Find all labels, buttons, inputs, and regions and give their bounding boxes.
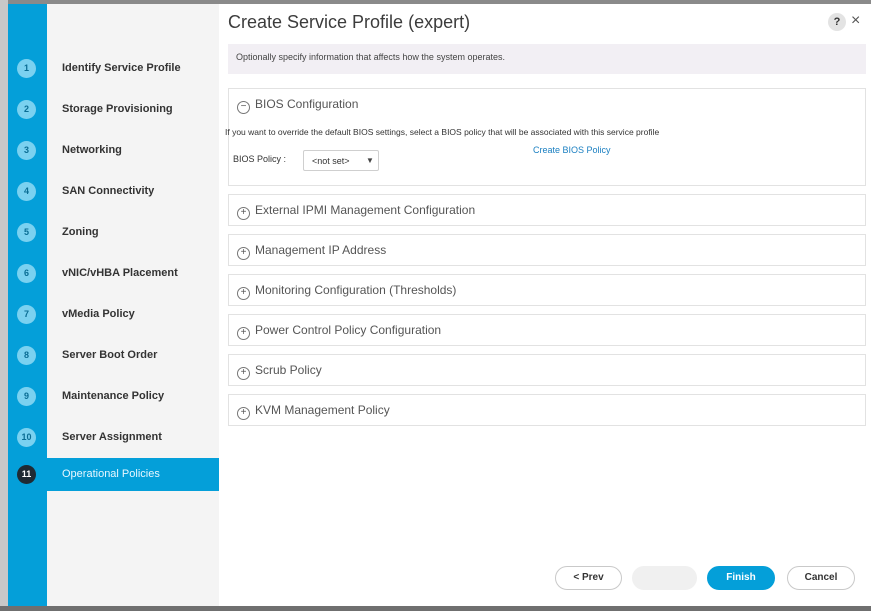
create-bios-policy-link[interactable]: Create BIOS Policy [533,145,611,155]
bios-configuration-panel: − BIOS Configuration If you want to overr… [225,88,866,186]
step-label: Server Boot Order [62,349,158,361]
bios-configuration-header[interactable]: − BIOS Configuration [237,97,359,114]
section-title: BIOS Configuration [255,97,359,111]
expand-icon: + [237,407,250,420]
step-label: Networking [62,144,122,156]
section-header: + Power Control Policy Configuration [237,323,442,340]
collapse-icon: − [237,101,250,114]
section-header: + Monitoring Configuration (Thresholds) [237,283,457,300]
step-label: Maintenance Policy [62,390,165,402]
expand-icon: + [237,367,250,380]
step-zoning[interactable]: 5 Zoning [8,212,219,253]
bios-policy-value: <not set> [312,156,350,166]
step-number: 8 [17,346,36,365]
expand-icon: + [237,207,250,220]
step-identify-service-profile[interactable]: 1 Identify Service Profile [8,48,219,89]
section-title: KVM Management Policy [255,403,390,417]
step-storage-provisioning[interactable]: 2 Storage Provisioning [8,89,219,130]
step-number: 5 [17,223,36,242]
step-number: 1 [17,59,36,78]
section-power-control-policy[interactable]: + Power Control Policy Configuration [228,314,866,346]
step-number: 3 [17,141,36,160]
section-title: Scrub Policy [255,363,322,377]
step-networking[interactable]: 3 Networking [8,130,219,171]
chevron-down-icon: ▼ [366,156,374,165]
step-server-assignment[interactable]: 10 Server Assignment [8,417,219,458]
close-icon[interactable]: × [851,12,860,30]
section-title: External IPMI Management Configuration [255,203,476,217]
step-san-connectivity[interactable]: 4 SAN Connectivity [8,171,219,212]
info-text: Optionally specify information that affe… [236,52,505,62]
expand-icon: + [237,247,250,260]
section-management-ip-address[interactable]: + Management IP Address [228,234,866,266]
section-header: + External IPMI Management Configuration [237,203,476,220]
section-title: Monitoring Configuration (Thresholds) [255,283,457,297]
step-number: 4 [17,182,36,201]
section-external-ipmi[interactable]: + External IPMI Management Configuration [228,194,866,226]
section-header: + KVM Management Policy [237,403,390,420]
bios-policy-select[interactable]: <not set> ▼ [303,150,379,171]
step-number: 10 [17,428,36,447]
step-label: Identify Service Profile [62,62,181,74]
expand-icon: + [237,327,250,340]
section-kvm-management-policy[interactable]: + KVM Management Policy [228,394,866,426]
window-bottom-frame [0,606,871,611]
step-number: 7 [17,305,36,324]
dialog-title: Create Service Profile (expert) [228,12,471,32]
info-bar: Optionally specify information that affe… [228,44,866,74]
bios-description: If you want to override the default BIOS… [225,127,660,137]
step-vnic-vhba-placement[interactable]: 6 vNIC/vHBA Placement [8,253,219,294]
step-operational-policies[interactable]: 11 Operational Policies [8,458,219,491]
step-label: vMedia Policy [62,308,135,320]
finish-button[interactable]: Finish [707,566,775,590]
step-label: Operational Policies [62,468,160,480]
cancel-button[interactable]: Cancel [787,566,855,590]
section-scrub-policy[interactable]: + Scrub Policy [228,354,866,386]
step-label: Storage Provisioning [62,103,173,115]
wizard-sidebar: 1 Identify Service Profile 2 Storage Pro… [8,4,219,606]
section-header: + Management IP Address [237,243,387,260]
prev-button[interactable]: < Prev [555,566,622,590]
step-label: Zoning [62,226,99,238]
section-header: + Scrub Policy [237,363,322,380]
step-label: SAN Connectivity [62,185,155,197]
step-maintenance-policy[interactable]: 9 Maintenance Policy [8,376,219,417]
bios-policy-label: BIOS Policy : [233,154,287,164]
step-label: Server Assignment [62,431,162,443]
step-vmedia-policy[interactable]: 7 vMedia Policy [8,294,219,335]
help-button[interactable]: ? [828,13,846,31]
step-number: 2 [17,100,36,119]
step-label: vNIC/vHBA Placement [62,267,178,279]
next-button [632,566,697,590]
section-title: Management IP Address [255,243,387,257]
section-title: Power Control Policy Configuration [255,323,442,337]
step-number: 11 [17,465,36,484]
step-server-boot-order[interactable]: 8 Server Boot Order [8,335,219,376]
step-number: 9 [17,387,36,406]
expand-icon: + [237,287,250,300]
step-number: 6 [17,264,36,283]
section-monitoring-configuration[interactable]: + Monitoring Configuration (Thresholds) [228,274,866,306]
window-left-frame [0,0,8,611]
